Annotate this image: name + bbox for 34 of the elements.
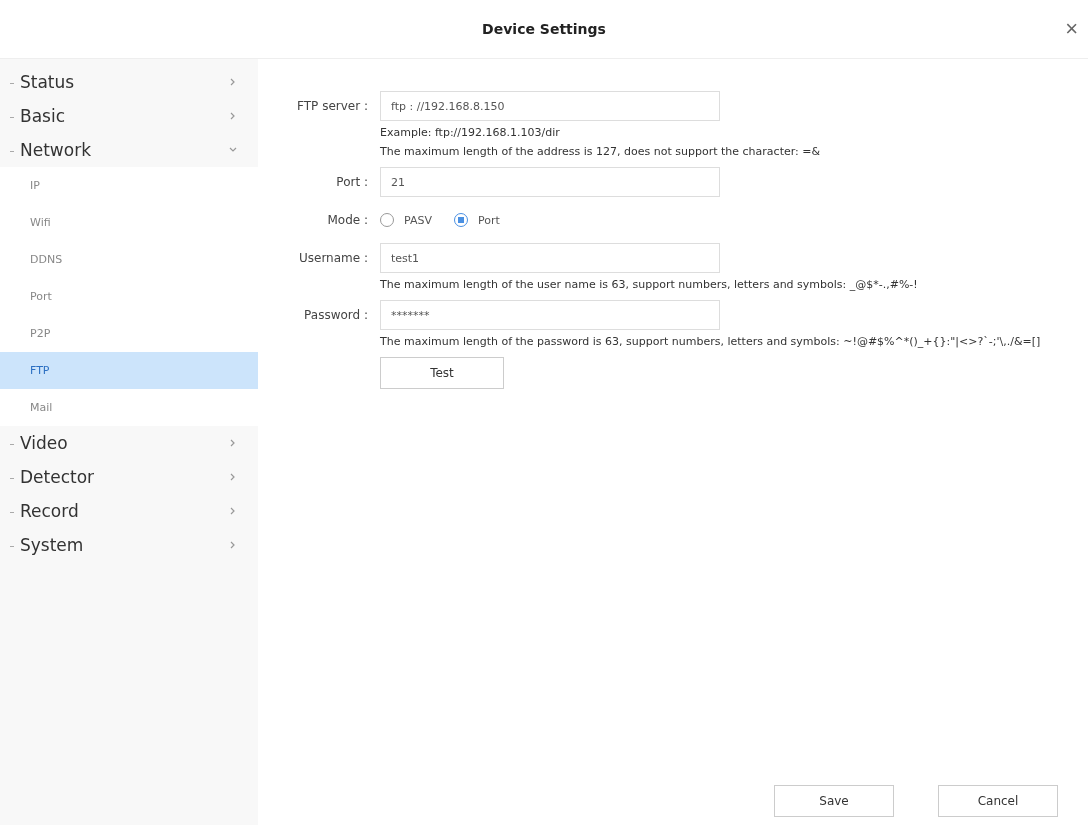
hint-text: The maximum length of the user name is 63, support numbers, letters and symbols: _@$*-.,#%-! (380, 277, 919, 292)
sidebar-item[interactable]: Detector (0, 460, 258, 494)
sidebar-subitem[interactable]: P2P (0, 315, 258, 352)
sidebar-item[interactable]: Status (0, 65, 258, 99)
sidebar-subitem[interactable]: IP (0, 167, 258, 204)
radio-label: Port (477, 213, 500, 227)
hint-text: Example: ftp://192.168.1.103/dir (380, 125, 561, 140)
sidebar-item[interactable]: Video (0, 426, 258, 460)
sidebar-subitem[interactable]: Mail (0, 389, 258, 426)
cancel-button[interactable]: Cancel (938, 785, 1058, 817)
window-title: Device Settings (482, 21, 606, 37)
sidebar-subitem[interactable]: FTP (0, 352, 258, 389)
sidebar-subitem[interactable]: Port (0, 278, 258, 315)
field-label: Username : (297, 250, 368, 267)
save-button[interactable]: Save (774, 785, 894, 817)
sidebar-subitem[interactable]: DDNS (0, 241, 258, 278)
test-button[interactable]: Test (380, 357, 504, 389)
close-button[interactable]: × (1061, 16, 1082, 42)
field-label: Password : (303, 307, 368, 324)
field-label: FTP server : (296, 98, 368, 115)
sidebar-item[interactable]: System (0, 528, 258, 562)
sidebar-item[interactable]: Basic (0, 99, 258, 133)
field-label: Port : (335, 174, 368, 191)
text-field[interactable]: test1 (380, 243, 720, 273)
hint-text: The maximum length of the address is 127, does not support the character: =& (380, 144, 822, 159)
sidebar-item[interactable]: Network (0, 133, 258, 167)
sidebar-subitem[interactable]: Wifi (0, 204, 258, 241)
text-field[interactable]: 21 (380, 167, 720, 197)
text-field[interactable]: ******* (380, 300, 720, 330)
hint-text: The maximum length of the password is 63, support numbers, letters and symbols: ~!@#$%^*()_+{}:"|<>?`-;'\,./&=[] (380, 334, 1042, 349)
field-label: Mode : (326, 212, 368, 229)
sidebar-item[interactable]: Record (0, 494, 258, 528)
radio-label: PASV (404, 213, 432, 227)
text-field[interactable]: ftp : //192.168.8.150 (380, 91, 720, 121)
